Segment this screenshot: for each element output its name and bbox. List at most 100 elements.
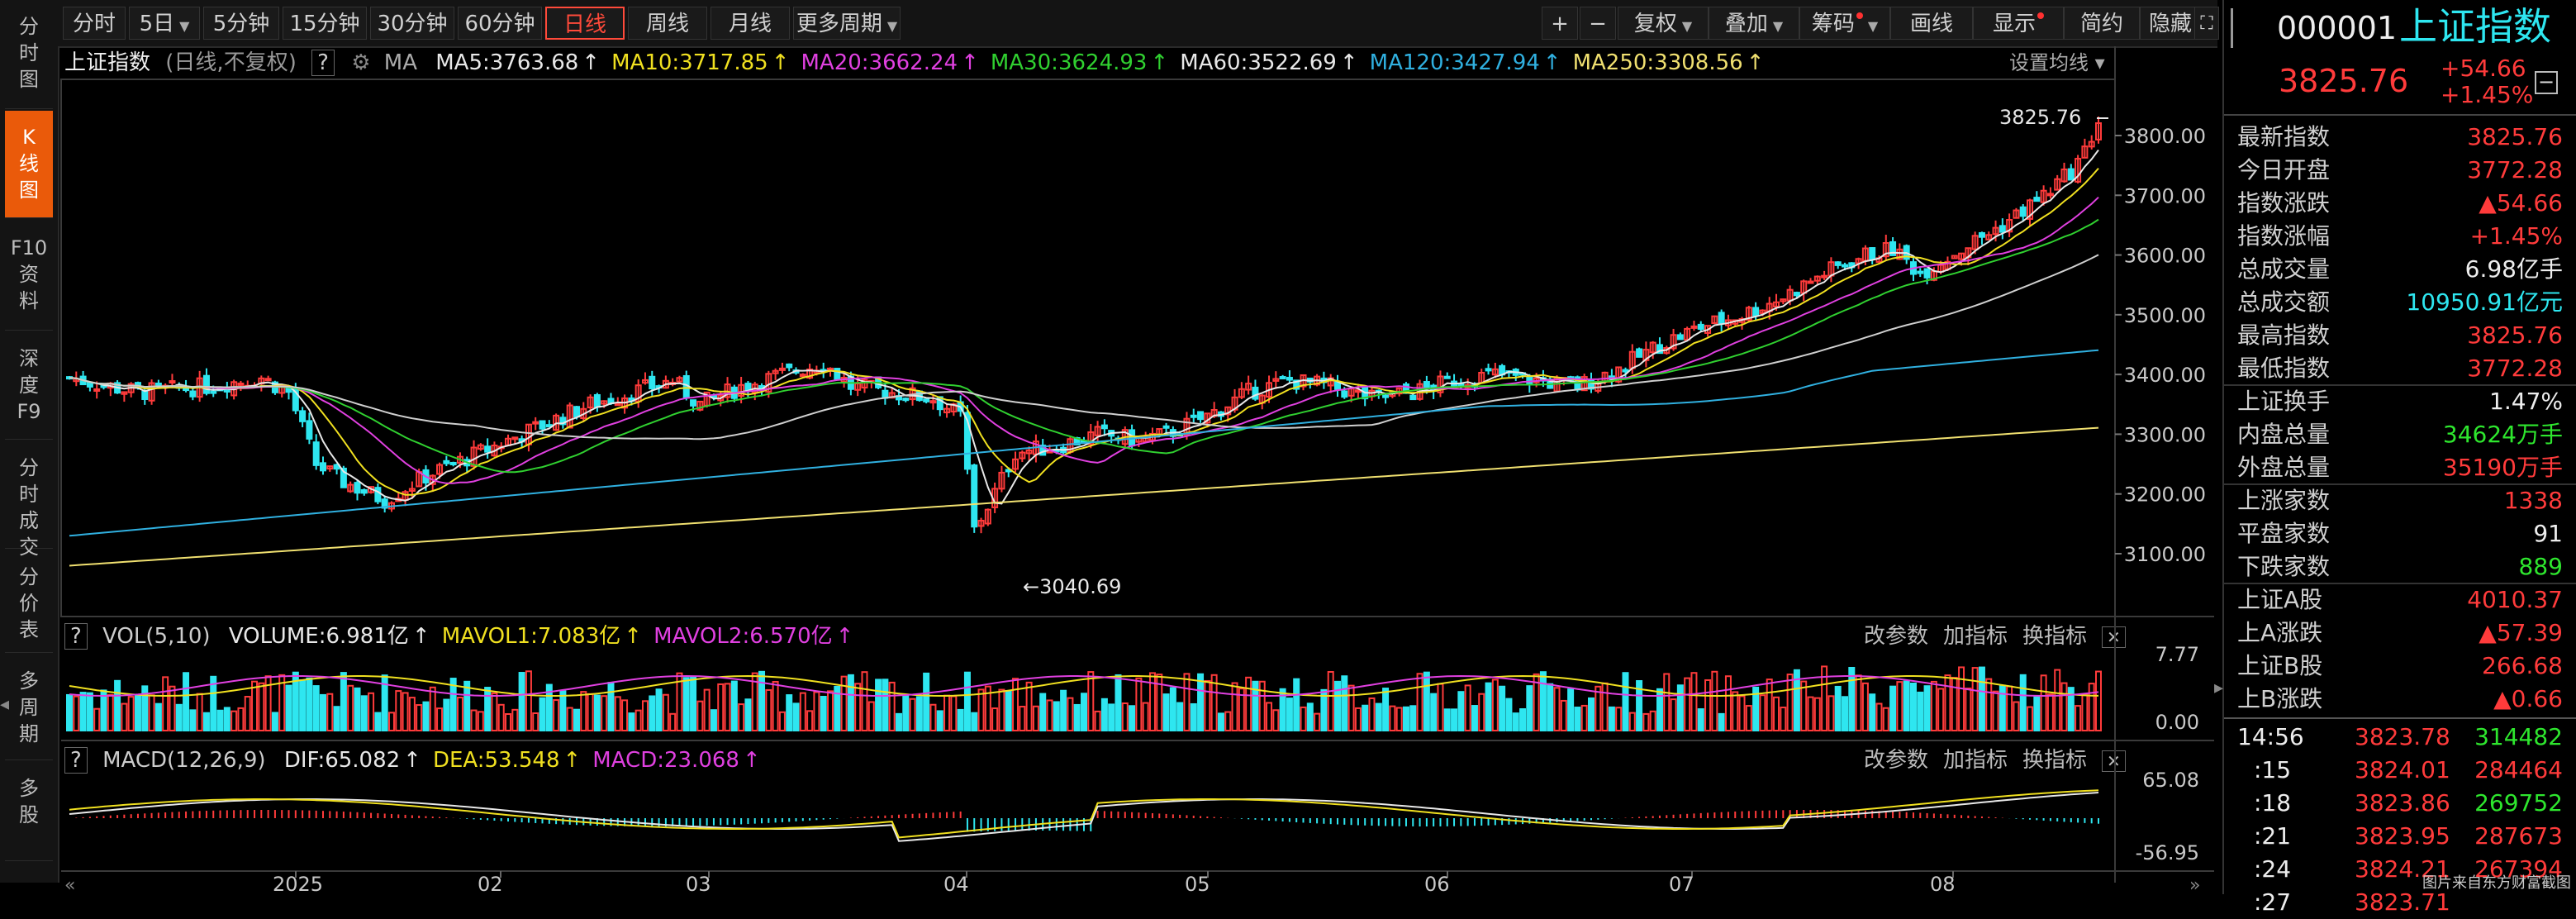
tick-time: :18 <box>2254 789 2292 817</box>
left-tab-1[interactable]: K线图 <box>5 111 53 218</box>
stat-row: 上A涨跌 ▲57.39 <box>2232 617 2569 650</box>
candle-body <box>1697 323 1704 331</box>
stat-label: 总成交额 <box>2237 288 2331 316</box>
stat-label: 上证换手 <box>2237 388 2331 415</box>
volume-bar <box>601 695 608 732</box>
candle-body <box>1423 381 1430 388</box>
candle-body <box>93 388 101 393</box>
volume-bar <box>216 709 224 731</box>
volume-bar <box>806 710 814 731</box>
volume-bar <box>127 696 135 732</box>
candle-body <box>306 420 313 440</box>
left-tab-char: 期 <box>19 722 39 745</box>
volume-bar <box>655 688 663 732</box>
left-tab-char: 深 <box>19 347 39 370</box>
candle-body <box>1752 307 1760 317</box>
volume-bar <box>1148 672 1156 731</box>
volume-bar <box>2095 670 2102 731</box>
volume-bar <box>1985 678 1993 731</box>
volume-bar <box>258 682 265 732</box>
volume-bar <box>1539 671 1547 732</box>
left-tab-0[interactable]: 分时图 <box>5 0 53 109</box>
volume-bar <box>1505 698 1513 732</box>
left-tab-char: 周 <box>19 696 39 719</box>
volume-bar <box>2027 706 2034 731</box>
volume-bar <box>895 712 902 732</box>
ma-line-30 <box>69 218 2099 474</box>
volume-bar <box>189 709 197 731</box>
volume-bar <box>326 693 334 731</box>
volume-bar <box>854 683 862 731</box>
stat-row: 最新指数 3825.76 <box>2232 121 2569 154</box>
candle-body <box>971 464 978 528</box>
left-tab-2[interactable]: F10 资料 <box>5 221 53 331</box>
panel-toggle-icon[interactable]: ▸ <box>2214 678 2223 711</box>
left-tab-char: K <box>22 126 36 149</box>
side-collapse-icon[interactable] <box>2231 8 2250 48</box>
volume-bar <box>354 687 361 731</box>
volume-bar <box>772 680 779 731</box>
volume-bar <box>1766 679 1773 732</box>
volume-bar <box>936 710 943 731</box>
volume-bar <box>1437 683 1444 731</box>
candle-body <box>1485 368 1492 372</box>
volume-bar <box>1039 693 1047 731</box>
volume-bar <box>1183 673 1191 732</box>
volume-bar <box>1965 688 1972 732</box>
left-tab-3[interactable]: 深度 F9 <box>5 332 53 440</box>
candle-body <box>593 393 601 408</box>
volume-bar <box>2088 683 2095 732</box>
candle-body <box>1869 247 1876 260</box>
volume-bar <box>1786 674 1794 731</box>
volume-bar <box>1430 693 1438 731</box>
left-tab-char: 线 <box>19 152 39 175</box>
left-tab-7[interactable]: 多股 <box>5 762 53 861</box>
stat-label: 上A涨跌 <box>2237 619 2323 646</box>
candle-body <box>923 398 930 402</box>
kline-chart[interactable]: 3800.00 3700.00 3600.00 3500.00 3400.00 3300.… <box>58 0 2222 894</box>
left-tab-6[interactable]: 多周期 <box>5 655 53 760</box>
volume-bar <box>1580 704 1588 732</box>
volume-bar <box>1162 693 1170 732</box>
left-tab-char: F9 <box>17 400 41 423</box>
y-tick-label: 3700.00 <box>2124 184 2206 207</box>
volume-bar <box>929 703 937 731</box>
volume-bar <box>724 683 731 732</box>
collapse-button[interactable]: − <box>2535 71 2558 94</box>
left-tab-5[interactable]: 分价表 <box>5 550 53 653</box>
volume-bar <box>1574 707 1581 731</box>
x-tick-label: 05 <box>1185 873 1210 894</box>
candle-body <box>929 400 937 404</box>
volume-bar <box>847 674 854 731</box>
volume-bar <box>587 693 594 732</box>
volume-bar <box>79 692 87 731</box>
left-tab-bar: 分时图 K 线图 F10 资料深度 F9 分时成交分价表多周期多股 <box>0 0 59 883</box>
candle-body <box>1190 414 1197 418</box>
volume-bar <box>93 707 101 731</box>
volume-bar <box>2013 701 2020 731</box>
volume-bar <box>1642 712 1650 732</box>
candle-body <box>786 363 793 369</box>
volume-bar <box>134 693 141 731</box>
volume-bar <box>285 684 292 732</box>
volume-bar <box>306 677 313 731</box>
left-tab-char: 资 <box>19 263 39 286</box>
volume-bar <box>175 703 183 731</box>
left-toggle-icon[interactable]: ◂ <box>0 694 10 727</box>
volume-bar <box>1882 707 1889 732</box>
volume-bar <box>196 693 203 732</box>
volume-bar <box>943 694 951 731</box>
volume-bar <box>1724 675 1732 731</box>
tick-row: :21 3823.95 287673 <box>2232 820 2569 853</box>
volume-bar <box>1457 691 1465 732</box>
volume-bar <box>1478 693 1485 732</box>
volume-bar <box>1067 697 1074 731</box>
stat-row: 最高指数 3825.76 <box>2232 319 2569 352</box>
volume-bar <box>1005 690 1012 731</box>
candle-body <box>1923 268 1931 279</box>
volume-bar <box>1930 680 1937 732</box>
left-tab-4[interactable]: 分时成交 <box>5 441 53 559</box>
candle-body <box>1690 325 1698 329</box>
volume-bar <box>1958 666 1965 731</box>
volume-bar <box>1780 707 1787 732</box>
